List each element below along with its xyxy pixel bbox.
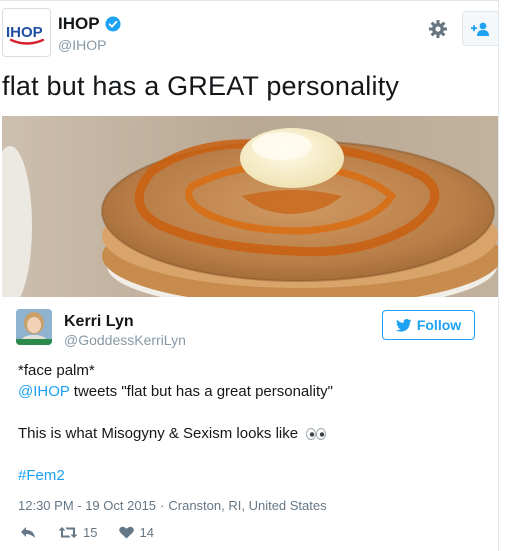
timestamp-link[interactable]: 12:30 PM - 19 Oct 2015 (18, 498, 156, 513)
reply-line-4: #Fem2 (18, 465, 488, 486)
settings-button[interactable] (424, 15, 452, 43)
heart-icon (119, 526, 135, 539)
pancake-image (2, 116, 498, 297)
tweet-text: flat but has a GREAT personality (2, 71, 400, 101)
reply-button[interactable] (20, 526, 36, 539)
pancake-photo[interactable] (2, 116, 498, 297)
reply-tweet: Kerri Lyn @GoddessKerriLyn Follow *face … (0, 297, 499, 551)
ihop-logo[interactable]: IHOP (2, 8, 51, 57)
reply-author-name[interactable]: Kerri Lyn (64, 313, 134, 331)
follow-label: Follow (416, 317, 462, 333)
embedded-tweet-card: IHOP IHOP @IHOP flat but has a GREAT per… (0, 0, 499, 298)
ihop-logo-icon: IHOP (6, 24, 44, 45)
reply-line-2-text: tweets "flat but has a great personality… (69, 383, 333, 400)
follow-button[interactable]: Follow (382, 310, 475, 340)
retweet-button[interactable]: 15 (58, 525, 97, 540)
reply-line-3: This is what Misogyny & Sexism looks lik… (18, 423, 488, 444)
reply-text: *face palm* @IHOP tweets "flat but has a… (18, 360, 488, 486)
follow-user-icon (471, 22, 489, 36)
twitter-bird-icon (395, 318, 412, 332)
reply-line-2: @IHOP tweets "flat but has a great perso… (18, 381, 488, 402)
verified-badge-icon (105, 16, 121, 32)
eyes-emoji-icon (306, 428, 327, 441)
reply-line-1: *face palm* (18, 362, 95, 379)
tweet-author-name[interactable]: IHOP (58, 14, 121, 34)
tweet-actions: 15 14 (20, 525, 176, 540)
retweet-icon (58, 527, 78, 538)
avatar[interactable] (16, 309, 52, 345)
retweet-count: 15 (83, 525, 98, 540)
follow-icon-button[interactable] (462, 11, 498, 46)
tweet-author-handle[interactable]: @IHOP (58, 37, 106, 53)
hashtag-link[interactable]: #Fem2 (18, 467, 65, 484)
avatar-image (16, 309, 52, 345)
mention-link[interactable]: @IHOP (18, 383, 70, 400)
tweet-metadata: 12:30 PM - 19 Oct 2015 · Cranston, RI, Uni… (18, 498, 327, 513)
author-name-text: IHOP (58, 14, 100, 33)
reply-author-handle[interactable]: @GoddessKerriLyn (64, 332, 186, 348)
reply-line-3-text: This is what Misogyny & Sexism looks lik… (18, 425, 299, 442)
svg-text:IHOP: IHOP (6, 24, 43, 41)
like-button[interactable]: 14 (119, 525, 154, 540)
metadata-separator: · (160, 498, 165, 513)
gear-icon (429, 20, 447, 38)
like-count: 14 (139, 525, 154, 540)
location-link[interactable]: Cranston, RI, United States (168, 498, 326, 513)
reply-icon (21, 527, 35, 538)
